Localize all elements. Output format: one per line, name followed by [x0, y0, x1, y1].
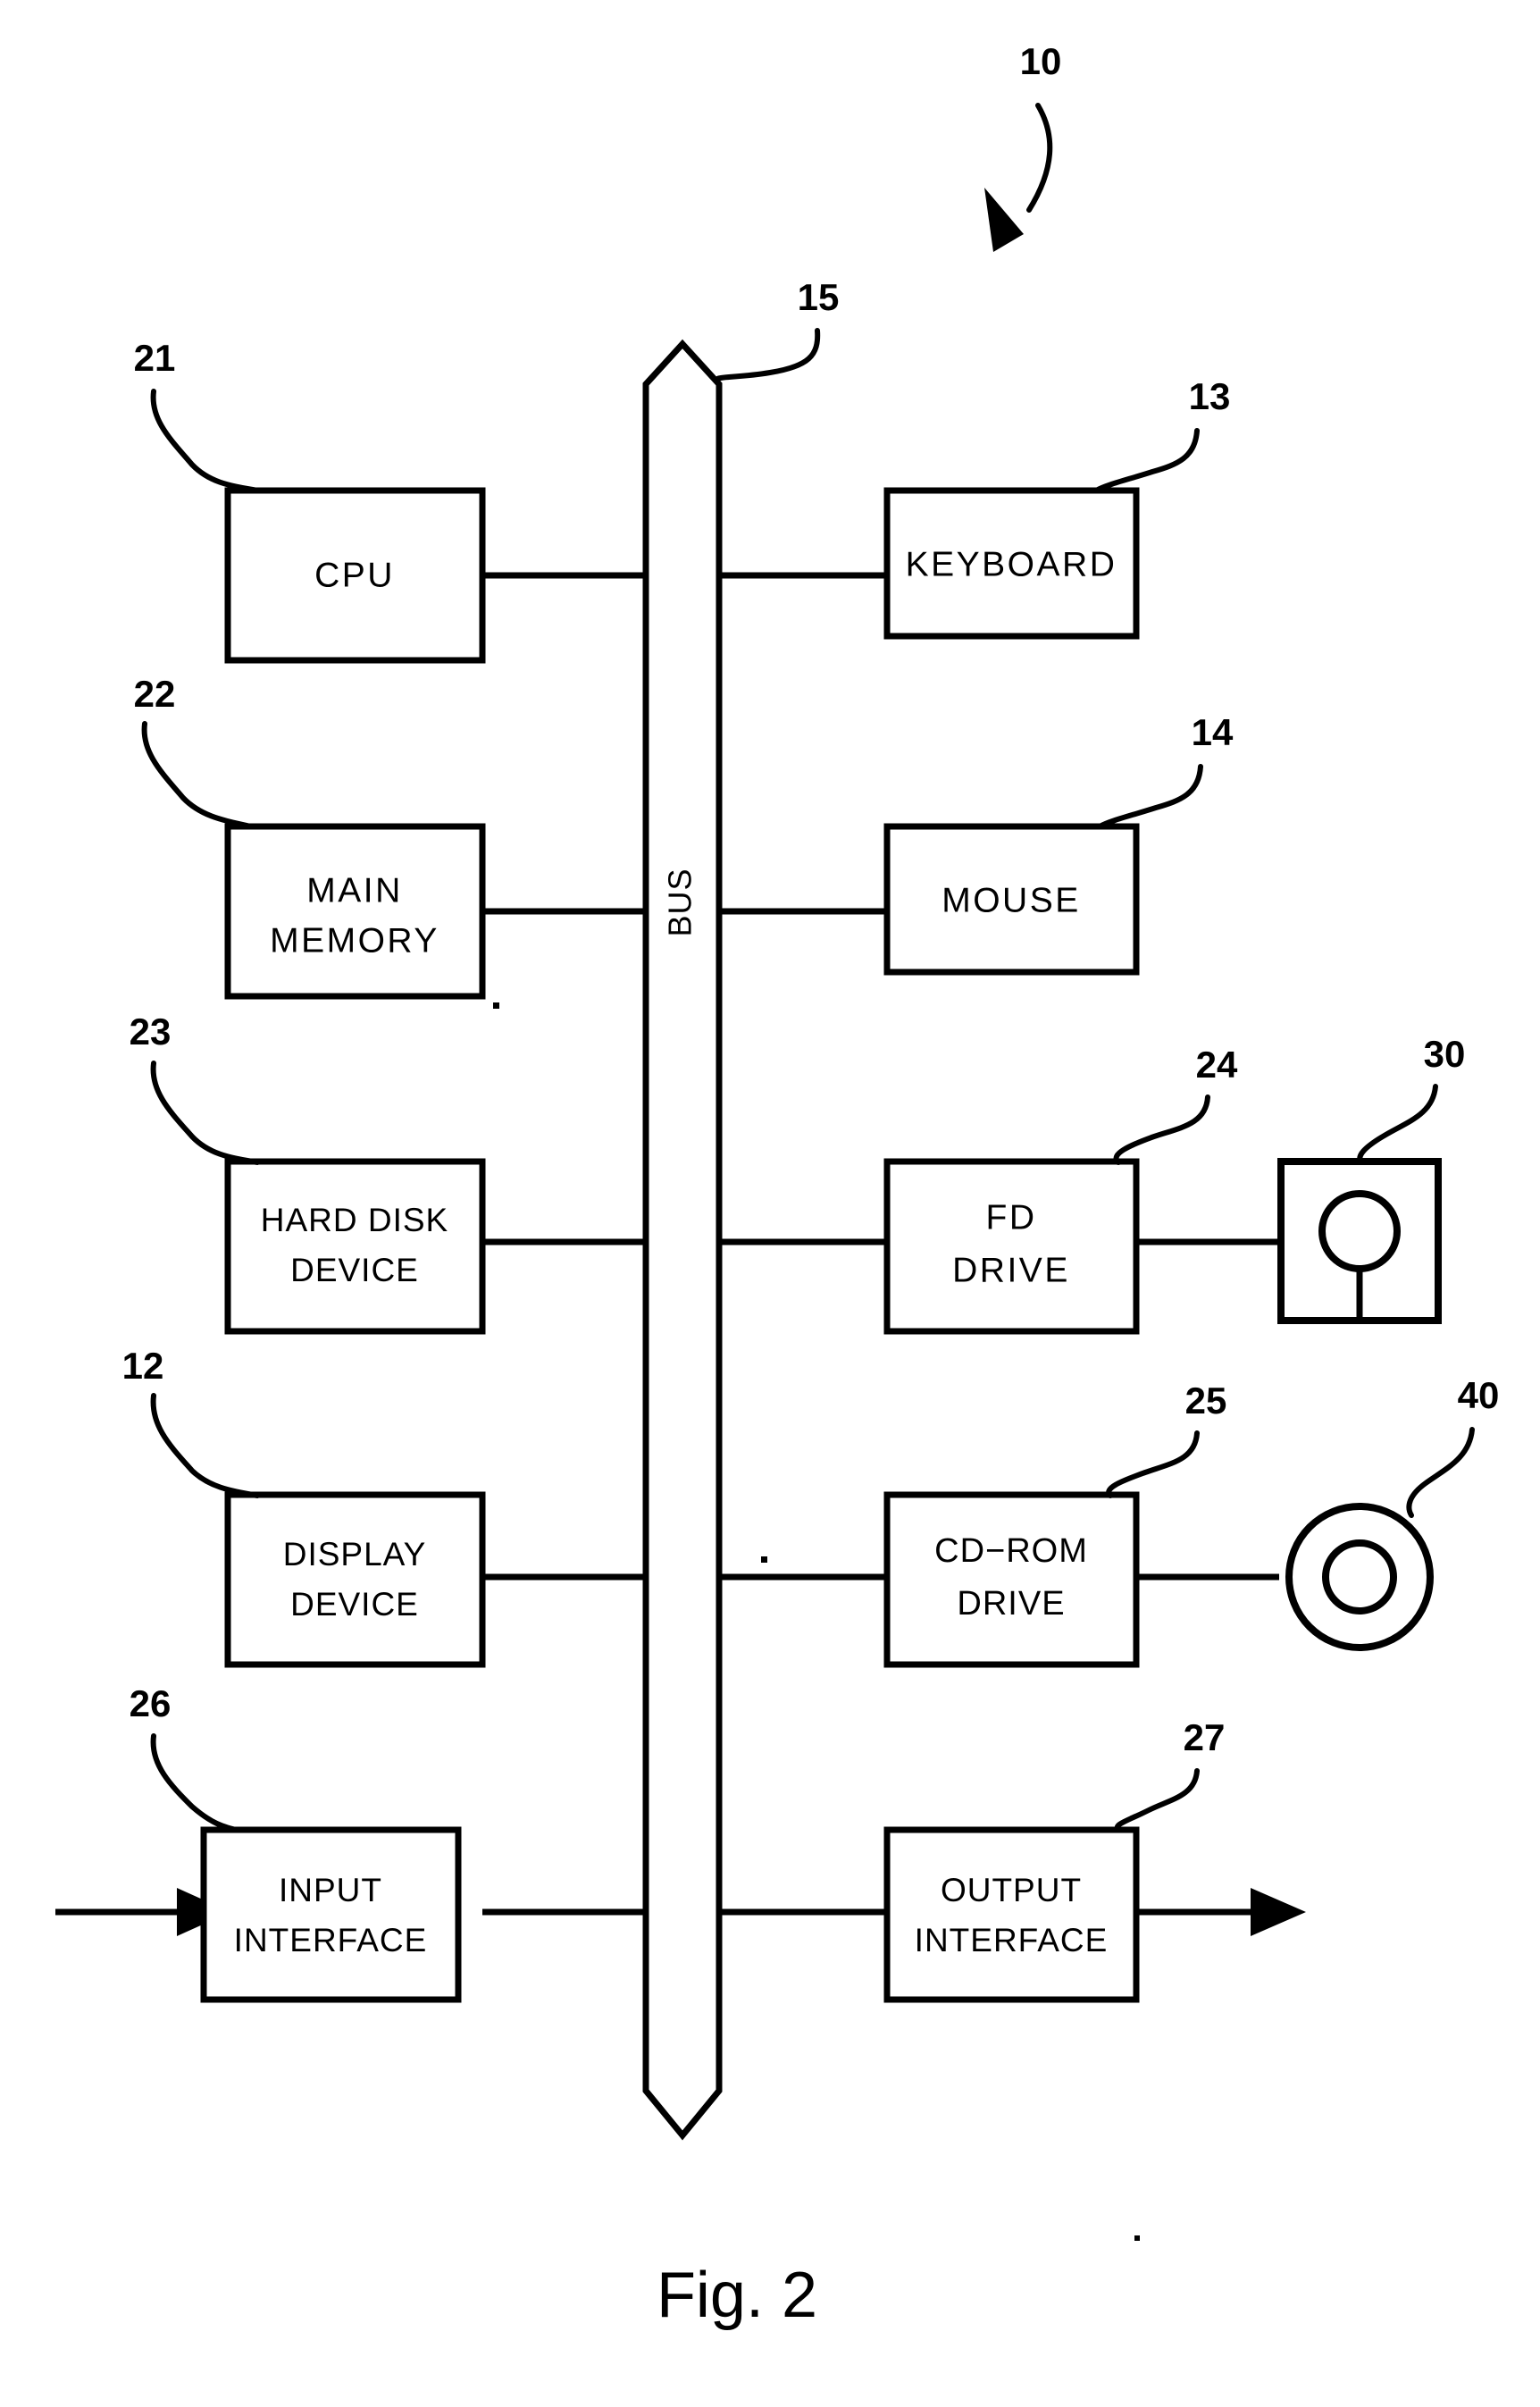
- ref-number-22: 22: [134, 673, 176, 715]
- ref-number-25: 25: [1185, 1380, 1227, 1422]
- scan-speck: [1134, 2235, 1140, 2241]
- block-display-device[interactable]: [224, 1491, 486, 1668]
- block-diagram-canvas: BUS CPU MAIN MEMORY HARD DISK DEVICE DIS: [55, 40, 1500, 2331]
- block-output-interface-label-line2: INTERFACE: [915, 1922, 1109, 1958]
- block-display-device-label-line2: DEVICE: [290, 1586, 419, 1623]
- ref-number-21: 21: [134, 337, 176, 379]
- scan-speck: [761, 1556, 767, 1563]
- leader-line-14: [1097, 764, 1203, 829]
- ref-number-23: 23: [130, 1011, 172, 1053]
- floppy-disk-hub-icon: [1318, 1190, 1401, 1272]
- leader-line-24: [1113, 1094, 1210, 1165]
- block-main-memory-label-line1: MAIN: [306, 871, 403, 910]
- system-arrowhead-icon: [984, 188, 1024, 252]
- ref-number-10: 10: [1020, 40, 1062, 82]
- leader-line-21: [150, 389, 260, 493]
- ref-number-40: 40: [1458, 1374, 1500, 1416]
- block-keyboard-label: KEYBOARD: [906, 545, 1117, 583]
- ref-number-15: 15: [798, 276, 840, 318]
- block-hard-disk-device[interactable]: [224, 1158, 486, 1335]
- ref-number-24: 24: [1196, 1044, 1238, 1086]
- compact-disc-hole-icon: [1322, 1539, 1397, 1614]
- block-main-memory-label-line2: MEMORY: [270, 921, 439, 960]
- scan-speck: [493, 1002, 499, 1009]
- block-input-interface[interactable]: [200, 1826, 462, 2003]
- patent-figure: BUS CPU MAIN MEMORY HARD DISK DEVICE DIS: [0, 0, 1540, 2407]
- block-input-interface-label-line1: INPUT: [279, 1872, 382, 1908]
- leader-line-23: [150, 1061, 260, 1165]
- bus-label: BUS: [662, 868, 699, 936]
- leader-line-22: [141, 721, 253, 829]
- ref-number-27: 27: [1184, 1716, 1226, 1758]
- leader-line-26: [150, 1733, 239, 1833]
- bus-shape: [642, 339, 723, 2141]
- leader-line-25: [1106, 1430, 1200, 1498]
- block-fd-drive[interactable]: [883, 1158, 1140, 1335]
- block-output-interface-label-line1: OUTPUT: [941, 1872, 1082, 1908]
- figure-caption: Fig. 2: [657, 2260, 817, 2331]
- block-cd-rom-drive[interactable]: [883, 1491, 1140, 1668]
- ref-number-14: 14: [1192, 711, 1234, 753]
- block-cd-rom-drive-label-line1: CD−ROM: [934, 1532, 1088, 1570]
- block-hard-disk-device-label-line1: HARD DISK: [261, 1202, 448, 1238]
- ref-number-12: 12: [122, 1345, 164, 1387]
- leader-line-15: [714, 328, 821, 385]
- block-output-interface[interactable]: [883, 1826, 1140, 2003]
- leader-line-12: [150, 1393, 260, 1498]
- ref-number-13: 13: [1189, 375, 1231, 417]
- leader-line-27: [1114, 1768, 1200, 1833]
- block-main-memory[interactable]: [224, 823, 486, 1000]
- block-display-device-label-line1: DISPLAY: [283, 1536, 427, 1573]
- leader-line-30: [1357, 1084, 1438, 1165]
- leader-line-10: [1026, 103, 1053, 213]
- block-fd-drive-label-line1: FD: [986, 1198, 1037, 1237]
- block-mouse-label: MOUSE: [942, 881, 1081, 919]
- block-cpu-label: CPU: [314, 556, 395, 594]
- block-input-interface-label-line2: INTERFACE: [234, 1922, 428, 1958]
- block-fd-drive-label-line2: DRIVE: [952, 1251, 1070, 1289]
- ref-number-30: 30: [1424, 1033, 1466, 1075]
- output-arrowhead-icon: [1251, 1888, 1306, 1936]
- leader-line-13: [1093, 428, 1200, 493]
- leader-line-40: [1406, 1427, 1475, 1518]
- ref-number-26: 26: [130, 1682, 172, 1724]
- block-hard-disk-device-label-line2: DEVICE: [290, 1252, 419, 1288]
- block-cd-rom-drive-label-line2: DRIVE: [957, 1585, 1065, 1623]
